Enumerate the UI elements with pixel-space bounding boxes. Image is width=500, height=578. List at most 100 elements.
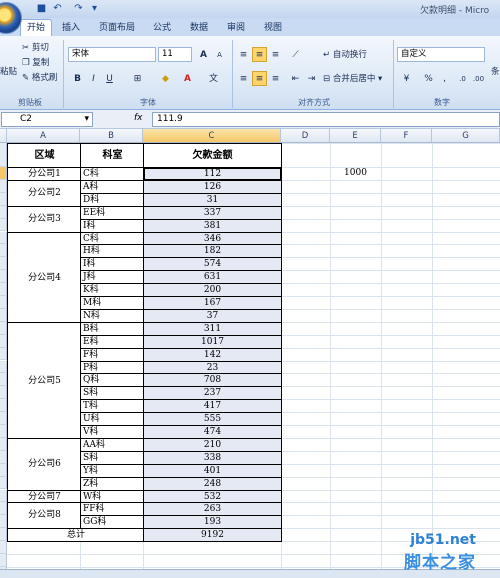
row-header[interactable] [0, 334, 7, 348]
customize-qat-icon[interactable]: ▾ [88, 2, 101, 15]
row-header[interactable] [0, 167, 7, 180]
font-color-icon[interactable]: A [180, 71, 195, 86]
undo-icon[interactable]: ↶ [51, 2, 64, 15]
percent-button[interactable]: % [421, 71, 436, 86]
increase-decimal-button[interactable]: .0 [455, 71, 470, 86]
dept-cell: GG科 [80, 515, 144, 530]
currency-icon[interactable]: ¥ [399, 71, 414, 86]
column-header-e[interactable]: E [330, 129, 381, 143]
row-header[interactable] [0, 205, 7, 219]
row-header[interactable] [0, 231, 7, 245]
row-header[interactable] [0, 502, 7, 516]
row-header[interactable] [0, 450, 7, 464]
align-left-icon[interactable]: ≡ [236, 71, 251, 86]
row-header[interactable] [0, 218, 7, 232]
number-format-select[interactable]: 自定义 [397, 47, 485, 62]
align-right-icon[interactable]: ≡ [268, 71, 283, 86]
tab-formulas[interactable]: 公式 [147, 20, 177, 36]
region-cell: 分公司4 [7, 231, 81, 323]
column-header-g[interactable]: G [432, 129, 500, 143]
save-icon[interactable]: ■ [35, 2, 48, 15]
underline-button[interactable]: U [102, 71, 117, 86]
bold-button[interactable]: B [70, 71, 85, 86]
copy-button[interactable]: ❐ 复制 [22, 55, 49, 71]
align-bottom-icon[interactable]: ≡ [268, 47, 283, 62]
chevron-down-icon[interactable]: ▾ [84, 113, 89, 126]
row-header[interactable] [0, 192, 7, 206]
tab-home[interactable]: 开始 [20, 19, 53, 36]
region-cell: 分公司5 [7, 321, 81, 439]
borders-icon[interactable]: ⊞ [130, 71, 145, 86]
comma-button[interactable]: , [437, 71, 452, 86]
amount-cell: 631 [143, 270, 282, 285]
region-cell: 分公司6 [7, 437, 81, 491]
orientation-icon[interactable]: ⟋ [288, 47, 303, 62]
font-size-select[interactable]: 11 [158, 47, 192, 62]
row-header[interactable] [0, 360, 7, 374]
row-header[interactable] [0, 489, 7, 503]
row-header[interactable] [0, 412, 7, 425]
amount-cell: 401 [143, 463, 282, 478]
row-header[interactable] [0, 179, 7, 193]
align-middle-icon[interactable]: ≡ [252, 47, 267, 62]
shrink-font-icon[interactable]: A [212, 47, 227, 62]
row-header[interactable] [0, 347, 7, 361]
row-header[interactable] [0, 515, 7, 529]
row-header[interactable] [0, 476, 7, 490]
tab-review[interactable]: 审阅 [221, 20, 251, 36]
amount-cell: 574 [143, 257, 282, 272]
select-all-corner[interactable] [0, 129, 7, 143]
column-header-f[interactable]: F [381, 129, 432, 143]
italic-button[interactable]: I [86, 71, 101, 86]
redo-icon[interactable]: ↷ [72, 2, 85, 15]
insert-function-icon[interactable]: fx [134, 113, 143, 123]
increase-indent-icon[interactable]: ⇥ [304, 71, 319, 86]
active-cell-outline [143, 167, 282, 181]
grow-font-icon[interactable]: A [196, 47, 211, 62]
column-header-a[interactable]: A [7, 129, 80, 143]
formula-input[interactable]: 111.9 [152, 112, 500, 127]
format-painter-button[interactable]: ✎ 格式刷 [22, 70, 57, 86]
row-header[interactable] [0, 308, 7, 322]
tab-page-layout[interactable]: 页面布局 [93, 20, 141, 36]
row-header[interactable] [0, 270, 7, 284]
row-header[interactable] [0, 463, 7, 477]
decrease-decimal-button[interactable]: .00 [471, 71, 486, 86]
row-header[interactable] [0, 437, 7, 451]
row-header[interactable] [0, 321, 7, 335]
dept-cell: AA科 [80, 437, 144, 452]
tab-insert[interactable]: 插入 [56, 20, 86, 36]
row-header[interactable] [0, 296, 7, 309]
font-name-select[interactable]: 宋体 [68, 47, 156, 62]
cut-button[interactable]: ✂ 剪切 [22, 40, 49, 56]
row-header[interactable] [0, 257, 7, 271]
worksheet[interactable]: A B C D E F G 区域 科室 欠款金额 分公司1 C科 112 分公司2 A科 126 D科 31 分公司… [0, 129, 500, 569]
conditional-format-button[interactable]: 条 [491, 64, 500, 80]
wrap-text-button[interactable]: ↵ 自动换行 [323, 47, 367, 63]
tab-data[interactable]: 数据 [184, 20, 214, 36]
align-center-icon[interactable]: ≡ [252, 71, 267, 86]
tab-view[interactable]: 视图 [258, 20, 288, 36]
row-header[interactable] [0, 283, 7, 296]
row-header[interactable] [0, 528, 7, 542]
column-header-c[interactable]: C [143, 129, 281, 143]
amount-cell: 37 [143, 308, 282, 323]
row-header[interactable] [0, 143, 7, 167]
paste-button[interactable]: 粘贴 [0, 64, 17, 80]
merge-center-button[interactable]: ⊟ 合并后居中 ▾ [323, 71, 382, 87]
align-top-icon[interactable]: ≡ [236, 47, 251, 62]
phonetic-icon[interactable]: 文 [206, 71, 221, 86]
column-header-b[interactable]: B [80, 129, 143, 143]
name-box[interactable]: C2 ▾ [1, 112, 93, 127]
row-header[interactable] [0, 244, 7, 258]
column-header-d[interactable]: D [281, 129, 330, 143]
row-header[interactable] [0, 425, 7, 438]
dept-cell: C科 [80, 167, 144, 181]
row-header[interactable] [0, 541, 7, 554]
row-header[interactable] [0, 386, 7, 400]
decrease-indent-icon[interactable]: ⇤ [288, 71, 303, 86]
row-header[interactable] [0, 399, 7, 413]
fill-color-icon[interactable]: ◆ [158, 71, 173, 86]
row-header[interactable] [0, 554, 7, 567]
row-header[interactable] [0, 373, 7, 387]
